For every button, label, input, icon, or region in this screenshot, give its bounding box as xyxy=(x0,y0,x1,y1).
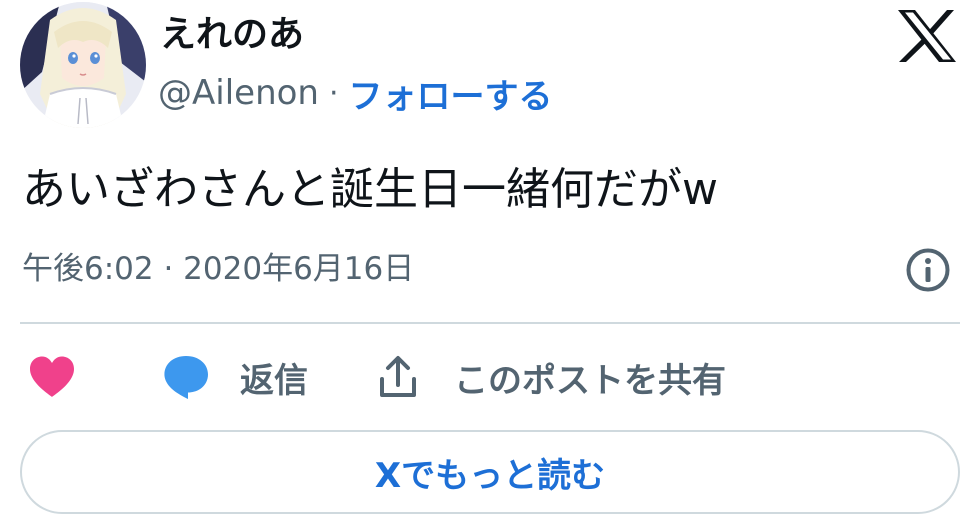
info-icon[interactable] xyxy=(904,246,952,294)
share-button[interactable]: このポストを共有 xyxy=(378,348,726,406)
author-handle[interactable]: @Ailenon xyxy=(158,73,319,113)
follow-button[interactable]: フォローする xyxy=(349,69,553,118)
share-label: このポストを共有 xyxy=(454,360,726,401)
read-more-label: Xでもっと読む xyxy=(374,455,606,496)
speech-bubble-icon xyxy=(164,356,208,399)
read-more-button[interactable]: Xでもっと読む xyxy=(20,430,960,514)
avatar-illustration xyxy=(20,2,146,128)
reply-label: 返信 xyxy=(240,360,308,401)
tweet-text: あいざわさんと誕生日一緒何だがw xyxy=(22,164,718,215)
action-bar: 返信 このポストを共有 xyxy=(28,348,948,406)
author-handle-row: @Ailenon · フォローする xyxy=(158,69,553,118)
share-upload-icon xyxy=(380,356,416,397)
divider xyxy=(20,322,960,324)
author-display-name[interactable]: えれのあ xyxy=(160,12,304,58)
reply-button[interactable]: 返信 xyxy=(162,348,308,406)
handle-separator: · xyxy=(328,75,339,111)
x-logo-icon[interactable] xyxy=(896,8,958,64)
tweet-timestamp[interactable]: 午後6:02 · 2020年6月16日 xyxy=(22,248,414,290)
avatar[interactable] xyxy=(20,2,146,128)
like-button[interactable] xyxy=(28,348,76,406)
heart-icon xyxy=(30,356,74,397)
